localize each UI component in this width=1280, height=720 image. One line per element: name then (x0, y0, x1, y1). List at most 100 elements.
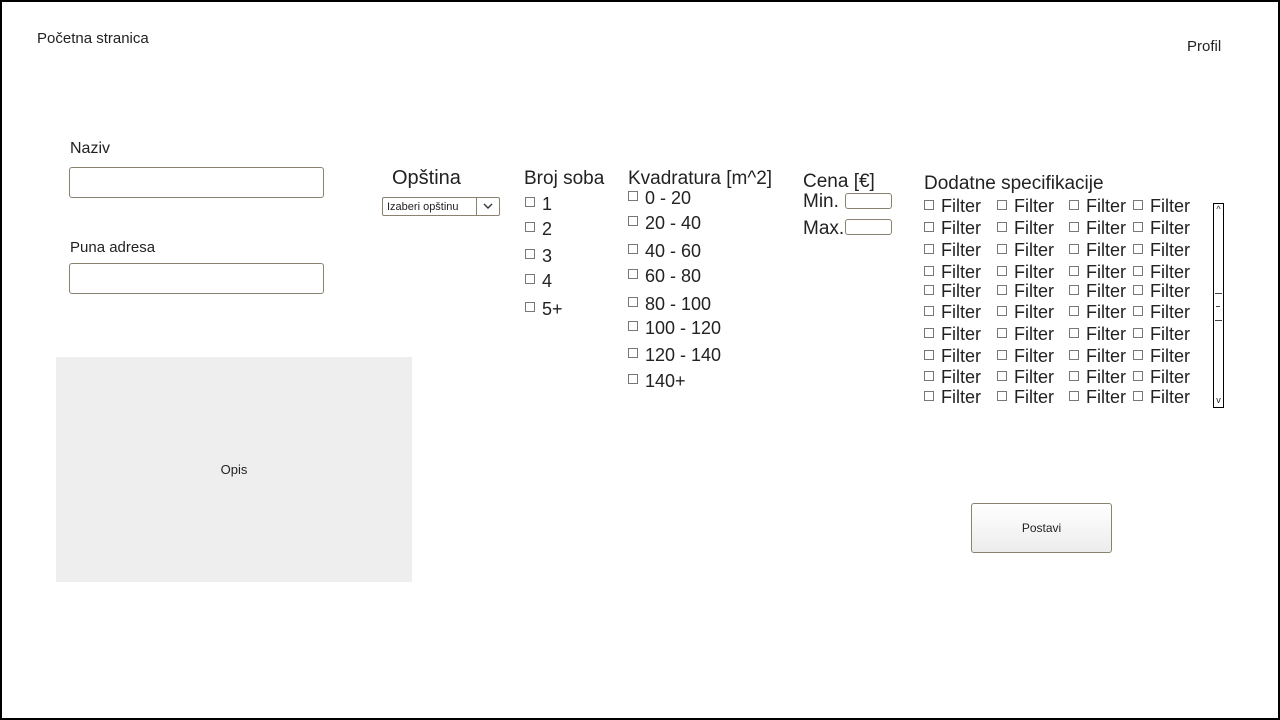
extras-filter-option[interactable]: Filter (997, 262, 1054, 283)
checkbox[interactable] (1133, 305, 1143, 316)
checkbox[interactable] (1133, 243, 1143, 254)
extras-filter-option[interactable]: Filter (1069, 324, 1126, 345)
scroll-thumb[interactable] (1215, 293, 1222, 321)
extras-filter-option[interactable]: Filter (1069, 346, 1126, 367)
description-textarea[interactable]: Opis (56, 357, 412, 582)
rooms-option-5plus[interactable]: 5+ (525, 299, 563, 320)
extras-filter-option[interactable]: Filter (1069, 367, 1126, 388)
extras-filter-option[interactable]: Filter (1069, 281, 1126, 302)
extras-filter-option[interactable]: Filter (1133, 240, 1190, 261)
extras-filter-option[interactable]: Filter (997, 324, 1054, 345)
area-option-120-140[interactable]: 120 - 140 (628, 345, 721, 366)
checkbox[interactable] (1133, 370, 1143, 381)
checkbox[interactable] (924, 284, 934, 295)
area-option-60-80[interactable]: 60 - 80 (628, 266, 701, 287)
area-option-80-100[interactable]: 80 - 100 (628, 294, 711, 315)
area-option-140plus[interactable]: 140+ (628, 371, 686, 392)
extras-filter-option[interactable]: Filter (924, 346, 981, 367)
extras-filter-option[interactable]: Filter (1133, 218, 1190, 239)
checkbox[interactable] (924, 370, 934, 381)
profile-link[interactable]: Profil (1187, 38, 1221, 55)
extras-filter-option[interactable]: Filter (1069, 262, 1126, 283)
extras-filter-option[interactable]: Filter (1133, 302, 1190, 323)
checkbox[interactable] (997, 327, 1007, 338)
checkbox[interactable] (1069, 305, 1079, 316)
extras-filter-option[interactable]: Filter (997, 367, 1054, 388)
extras-filter-option[interactable]: Filter (924, 240, 981, 261)
checkbox[interactable] (997, 221, 1007, 232)
checkbox[interactable] (1133, 327, 1143, 338)
chevron-down-icon[interactable] (476, 198, 499, 215)
extras-filter-option[interactable]: Filter (997, 387, 1054, 408)
checkbox[interactable] (1133, 284, 1143, 295)
checkbox[interactable] (628, 373, 638, 384)
extras-filter-option[interactable]: Filter (924, 262, 981, 283)
area-option-0-20[interactable]: 0 - 20 (628, 188, 691, 209)
rooms-option-3[interactable]: 3 (525, 246, 552, 267)
checkbox[interactable] (628, 296, 638, 307)
rooms-option-2[interactable]: 2 (525, 219, 552, 240)
extras-filter-option[interactable]: Filter (924, 281, 981, 302)
extras-filter-option[interactable]: Filter (1133, 387, 1190, 408)
checkbox[interactable] (924, 305, 934, 316)
checkbox[interactable] (997, 265, 1007, 276)
extras-filter-option[interactable]: Filter (1069, 240, 1126, 261)
checkbox[interactable] (1069, 243, 1079, 254)
checkbox[interactable] (525, 248, 535, 259)
extras-filter-option[interactable]: Filter (924, 218, 981, 239)
submit-button[interactable]: Postavi (971, 503, 1112, 553)
checkbox[interactable] (997, 284, 1007, 295)
checkbox[interactable] (628, 190, 638, 201)
checkbox[interactable] (924, 349, 934, 360)
extras-filter-option[interactable]: Filter (924, 367, 981, 388)
extras-filter-option[interactable]: Filter (1133, 281, 1190, 302)
checkbox[interactable] (1133, 199, 1143, 210)
checkbox[interactable] (628, 268, 638, 279)
checkbox[interactable] (1069, 349, 1079, 360)
checkbox[interactable] (1133, 390, 1143, 401)
extras-filter-option[interactable]: Filter (997, 281, 1054, 302)
scroll-down-icon[interactable]: v (1214, 396, 1223, 405)
extras-filter-option[interactable]: Filter (1133, 346, 1190, 367)
extras-filter-option[interactable]: Filter (924, 196, 981, 217)
extras-filter-option[interactable]: Filter (924, 302, 981, 323)
checkbox[interactable] (997, 243, 1007, 254)
checkbox[interactable] (924, 221, 934, 232)
checkbox[interactable] (1133, 349, 1143, 360)
checkbox[interactable] (997, 390, 1007, 401)
extras-filter-option[interactable]: Filter (1133, 367, 1190, 388)
checkbox[interactable] (1069, 370, 1079, 381)
extras-filter-option[interactable]: Filter (1069, 387, 1126, 408)
extras-filter-option[interactable]: Filter (924, 387, 981, 408)
checkbox[interactable] (1133, 221, 1143, 232)
checkbox[interactable] (1069, 390, 1079, 401)
checkbox[interactable] (628, 320, 638, 331)
checkbox[interactable] (525, 273, 535, 284)
checkbox[interactable] (1069, 265, 1079, 276)
checkbox[interactable] (924, 265, 934, 276)
checkbox[interactable] (924, 199, 934, 210)
area-option-100-120[interactable]: 100 - 120 (628, 318, 721, 339)
checkbox[interactable] (1133, 265, 1143, 276)
price-min-input[interactable] (845, 193, 892, 209)
extras-scrollbar[interactable]: ^ v (1213, 203, 1224, 408)
price-max-input[interactable] (845, 219, 892, 235)
checkbox[interactable] (1069, 327, 1079, 338)
checkbox[interactable] (628, 243, 638, 254)
extras-filter-option[interactable]: Filter (1069, 218, 1126, 239)
extras-filter-option[interactable]: Filter (997, 196, 1054, 217)
extras-filter-option[interactable]: Filter (997, 240, 1054, 261)
checkbox[interactable] (1069, 199, 1079, 210)
extras-filter-option[interactable]: Filter (1133, 262, 1190, 283)
extras-filter-option[interactable]: Filter (1133, 196, 1190, 217)
municipality-select[interactable]: Izaberi opštinu (382, 197, 500, 216)
extras-filter-option[interactable]: Filter (997, 302, 1054, 323)
checkbox[interactable] (924, 390, 934, 401)
address-input[interactable] (69, 263, 324, 294)
extras-filter-option[interactable]: Filter (1069, 302, 1126, 323)
checkbox[interactable] (525, 221, 535, 232)
checkbox[interactable] (525, 196, 535, 207)
area-option-40-60[interactable]: 40 - 60 (628, 241, 701, 262)
checkbox[interactable] (997, 349, 1007, 360)
extras-filter-option[interactable]: Filter (997, 346, 1054, 367)
